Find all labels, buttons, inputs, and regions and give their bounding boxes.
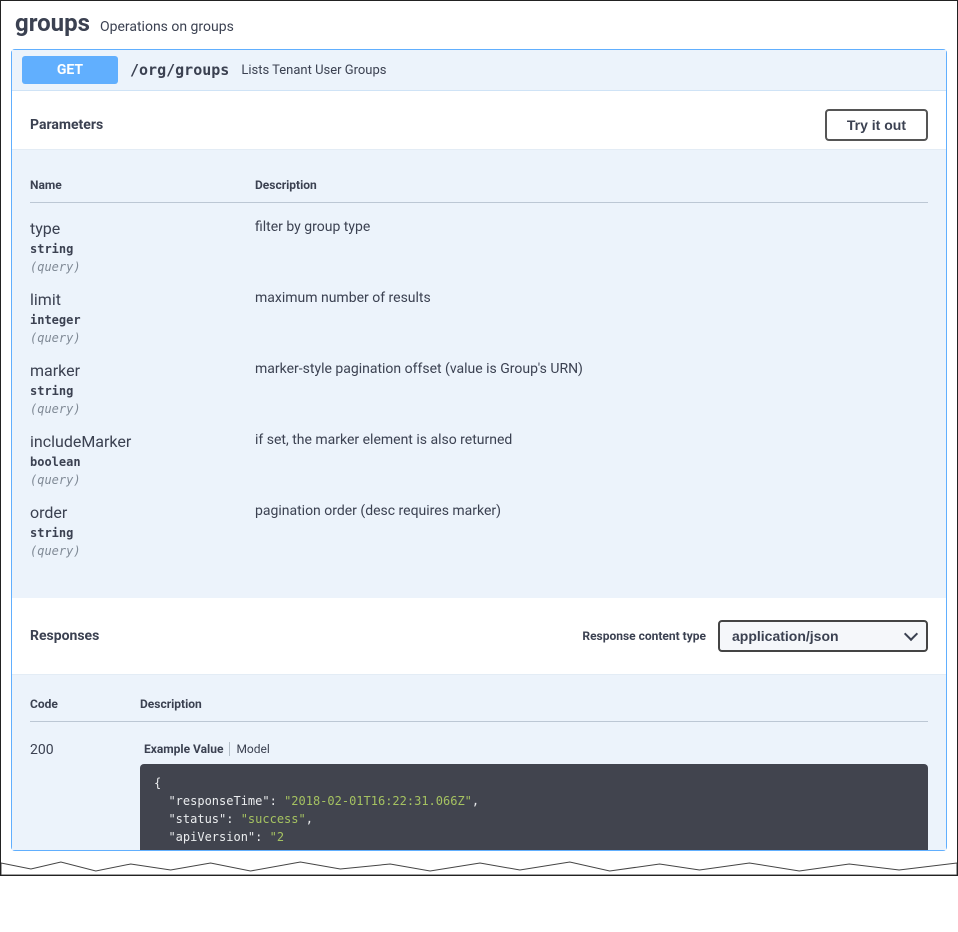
- param-in: (query): [30, 402, 255, 416]
- parameter-row: limit integer (query) maximum number of …: [30, 274, 928, 345]
- param-type: string: [30, 242, 255, 256]
- param-name: order: [30, 503, 255, 522]
- operation-path: /org/groups: [130, 61, 229, 79]
- http-method-badge: GET: [22, 56, 118, 84]
- param-description: pagination order (desc requires marker): [255, 503, 928, 519]
- tag-title: groups: [15, 9, 90, 37]
- parameters-title: Parameters: [30, 117, 103, 133]
- tab-example-value[interactable]: Example Value: [140, 742, 227, 756]
- param-name: includeMarker: [30, 432, 255, 451]
- col-header-code: Code: [30, 697, 140, 722]
- param-description: if set, the marker element is also retur…: [255, 432, 928, 448]
- response-content-type: Response content type application/json: [582, 620, 928, 652]
- tag-description: Operations on groups: [100, 19, 234, 35]
- example-response-body: { "responseTime": "2018-02-01T16:22:31.0…: [140, 764, 928, 850]
- param-name: type: [30, 219, 255, 238]
- try-it-out-button[interactable]: Try it out: [825, 109, 928, 141]
- param-description: marker-style pagination offset (value is…: [255, 361, 928, 377]
- parameter-row: includeMarker boolean (query) if set, th…: [30, 416, 928, 487]
- param-type: integer: [30, 313, 255, 327]
- tab-separator: [229, 742, 230, 756]
- responses-body: Code Description 200 Example Value Model: [12, 675, 946, 850]
- operation-block: GET /org/groups Lists Tenant User Groups…: [11, 49, 947, 851]
- torn-edge: [1, 859, 957, 875]
- param-in: (query): [30, 473, 255, 487]
- rct-select-wrap: application/json: [718, 620, 928, 652]
- response-row: 200 Example Value Model { "responseTime"…: [30, 722, 928, 851]
- operation-summary: Lists Tenant User Groups: [241, 63, 386, 78]
- param-type: string: [30, 526, 255, 540]
- parameter-row: order string (query) pagination order (d…: [30, 487, 928, 558]
- param-description: filter by group type: [255, 219, 928, 235]
- col-header-name: Name: [30, 178, 255, 203]
- parameters-table: Name Description type string (query) fil…: [30, 178, 928, 558]
- response-code: 200: [30, 742, 54, 758]
- tag-header: groups Operations on groups: [3, 3, 955, 49]
- param-name: marker: [30, 361, 255, 380]
- model-tabs: Example Value Model: [140, 742, 928, 756]
- param-in: (query): [30, 544, 255, 558]
- param-type: string: [30, 384, 255, 398]
- col-header-description: Description: [140, 697, 928, 722]
- responses-table: Code Description 200 Example Value Model: [30, 697, 928, 850]
- parameter-row: type string (query) filter by group type: [30, 203, 928, 275]
- param-in: (query): [30, 260, 255, 274]
- param-type: boolean: [30, 455, 255, 469]
- col-header-description: Description: [255, 178, 928, 203]
- rct-label: Response content type: [582, 629, 706, 643]
- parameter-row: marker string (query) marker-style pagin…: [30, 345, 928, 416]
- responses-header: Responses Response content type applicat…: [12, 598, 946, 675]
- tab-model[interactable]: Model: [232, 742, 273, 756]
- operation-summary-bar[interactable]: GET /org/groups Lists Tenant User Groups: [12, 50, 946, 91]
- parameters-header: Parameters Try it out: [12, 91, 946, 150]
- parameters-body: Name Description type string (query) fil…: [12, 150, 946, 598]
- responses-title: Responses: [30, 628, 99, 644]
- content-type-select[interactable]: application/json: [718, 620, 928, 652]
- param-name: limit: [30, 290, 255, 309]
- param-description: maximum number of results: [255, 290, 928, 306]
- param-in: (query): [30, 331, 255, 345]
